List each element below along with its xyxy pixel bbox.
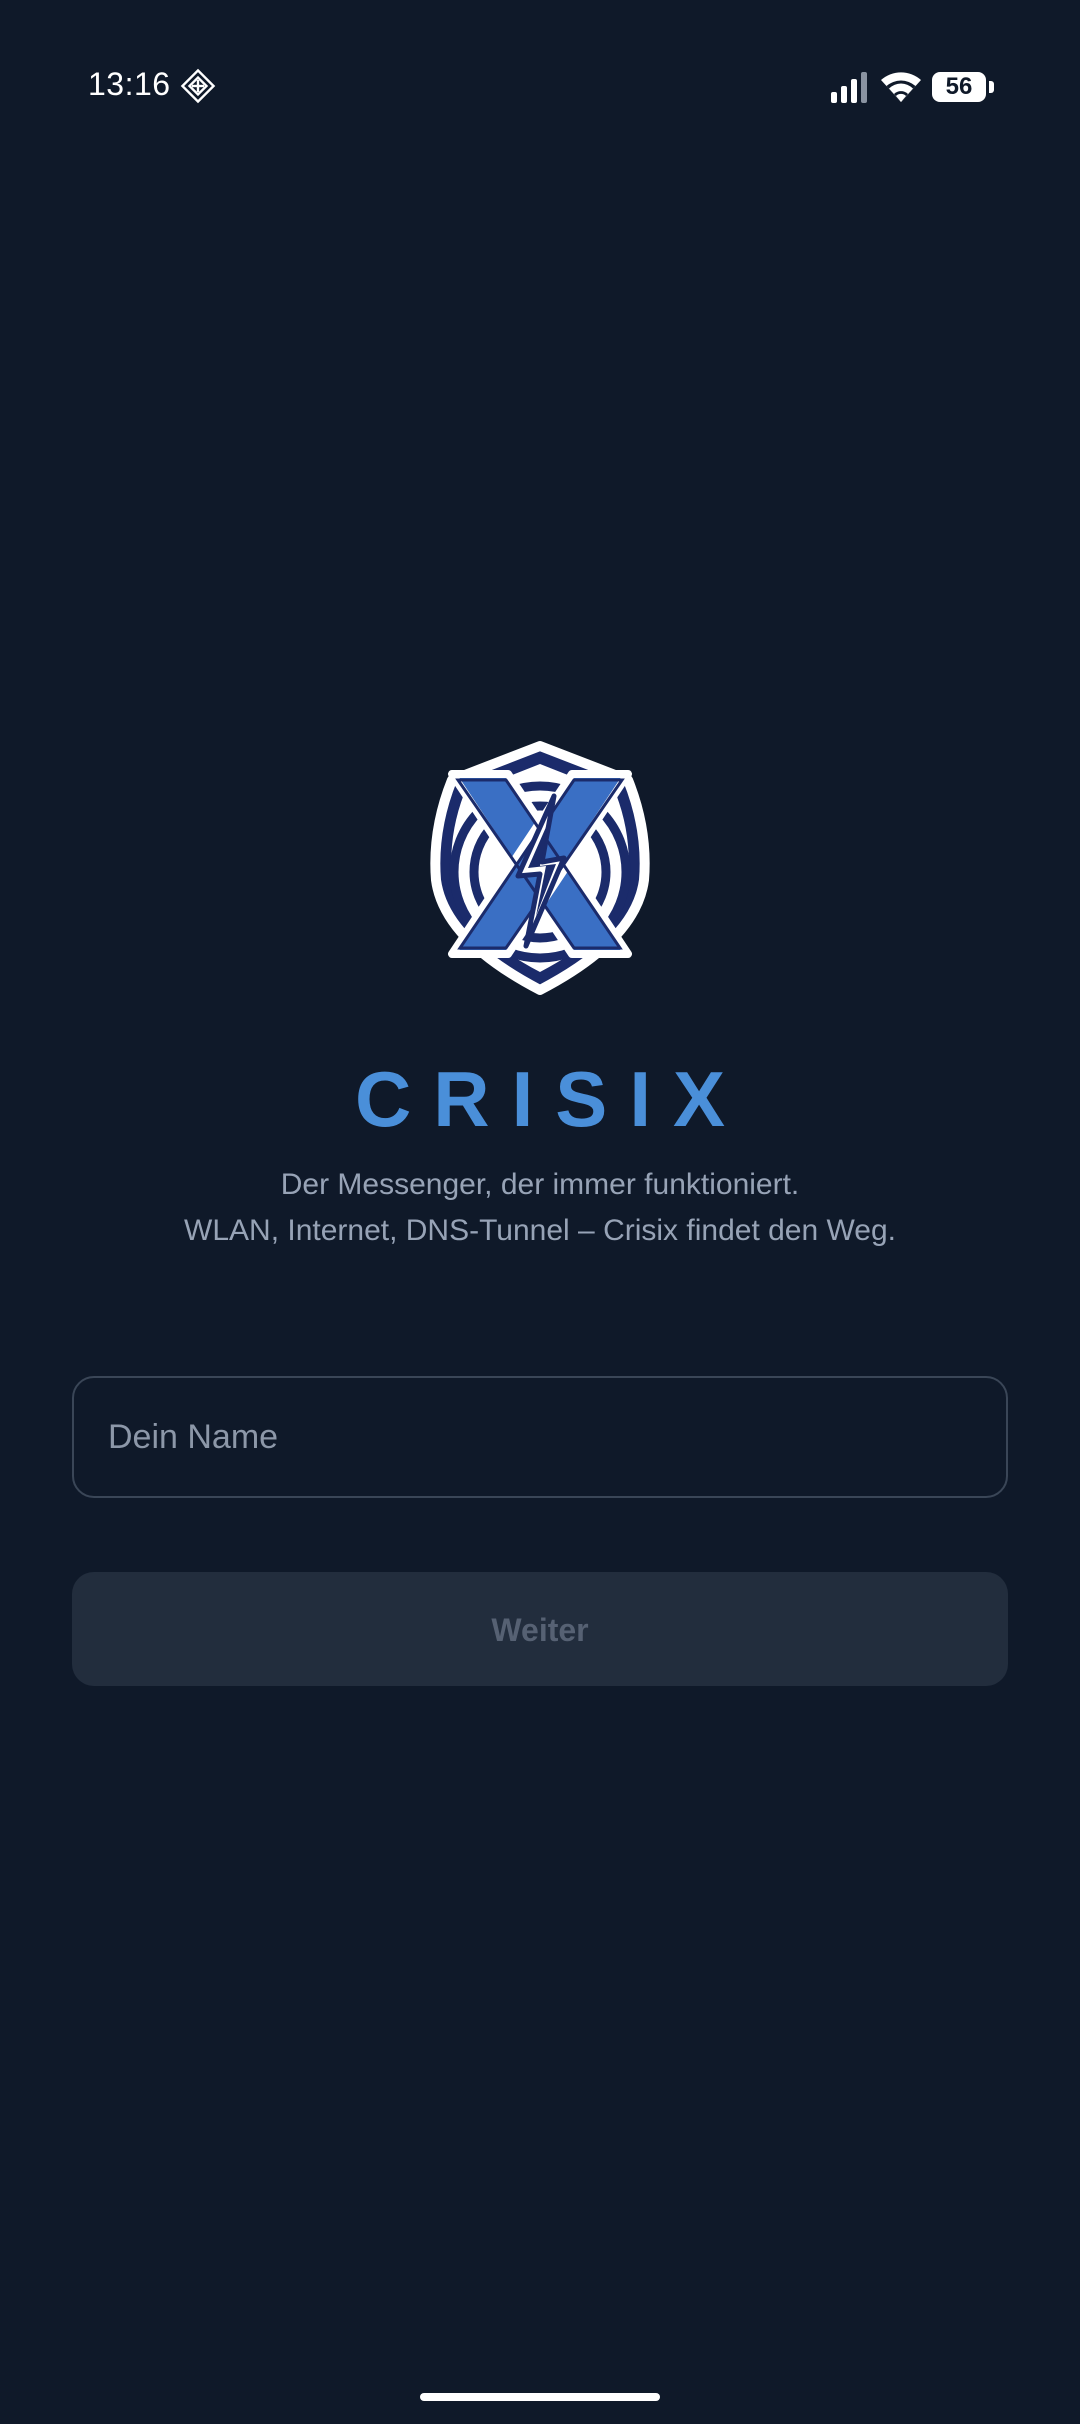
signal-icon [831, 72, 867, 103]
battery-icon: 56 [932, 72, 994, 102]
nfc-icon [180, 68, 216, 104]
name-field[interactable] [72, 1376, 1008, 1498]
name-input[interactable] [74, 1378, 1006, 1496]
status-bar: 13:16 56 [0, 0, 1080, 170]
home-indicator[interactable] [420, 2393, 660, 2401]
tagline-line-2: WLAN, Internet, DNS-Tunnel – Crisix find… [184, 1214, 896, 1247]
battery-level: 56 [945, 73, 973, 100]
crisix-shield-logo-icon [430, 741, 650, 995]
tagline-line-1: Der Messenger, der immer funktioniert. [280, 1168, 800, 1201]
app-name: CRISIX [354, 1055, 748, 1143]
wifi-icon [881, 72, 921, 102]
onboarding-screen: 13:16 56 CRISIX Der Messenger, der immer… [0, 0, 1080, 2424]
continue-button[interactable]: Weiter [72, 1572, 1008, 1686]
status-time: 13:16 [88, 66, 171, 102]
